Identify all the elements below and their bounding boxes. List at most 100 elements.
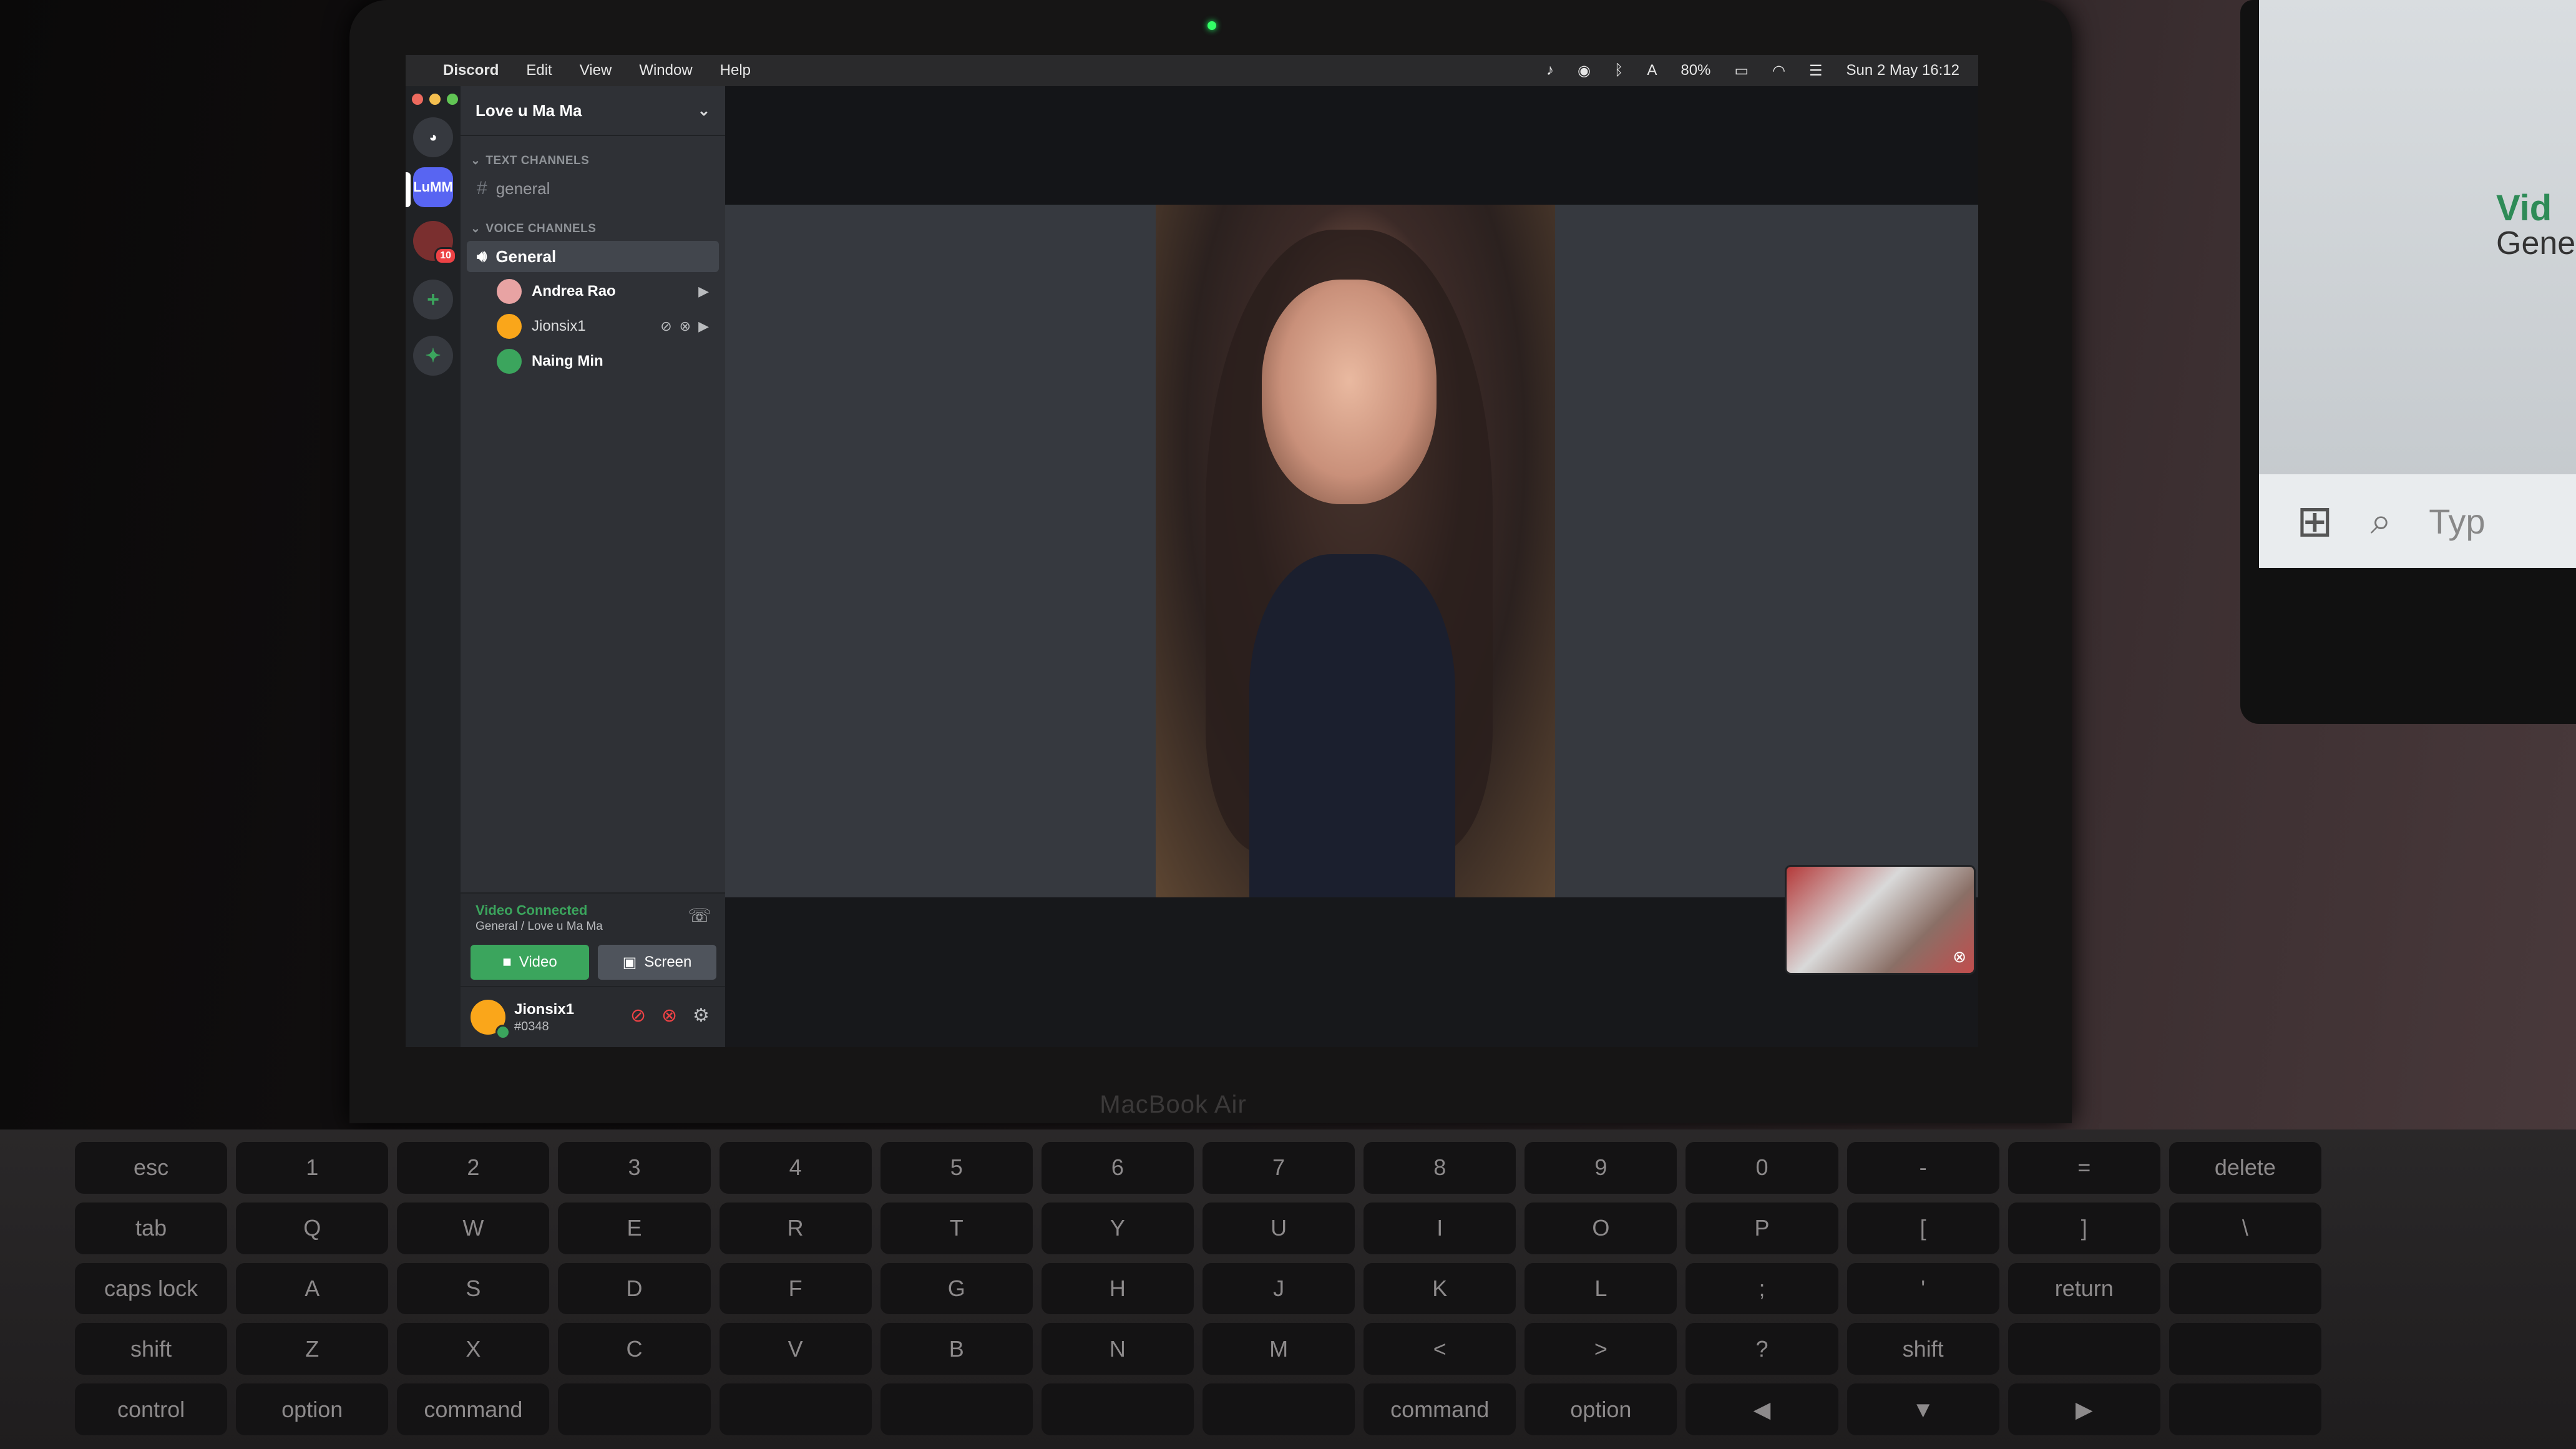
control-center-icon[interactable]: ☰ [1809, 62, 1823, 80]
disconnect-icon[interactable]: ☏ [688, 905, 711, 927]
keyboard-key[interactable]: 5 [880, 1142, 1033, 1194]
keyboard-key[interactable]: ▶ [2008, 1383, 2160, 1435]
keyboard-key[interactable]: caps lock [75, 1262, 228, 1315]
keyboard-key[interactable] [880, 1383, 1033, 1435]
minimize-window-button[interactable] [429, 94, 441, 105]
keyboard-key[interactable]: 0 [1686, 1142, 1838, 1194]
keyboard-key[interactable] [1202, 1383, 1355, 1435]
keyboard-key[interactable]: > [1525, 1323, 1677, 1375]
keyboard-key[interactable]: return [2008, 1262, 2160, 1315]
discord-home-icon[interactable]: ◕ [413, 117, 453, 157]
close-window-button[interactable] [412, 94, 423, 105]
keyboard-key[interactable]: shift [75, 1323, 228, 1375]
mute-mic-icon[interactable]: ⊘ [630, 1005, 646, 1027]
menu-edit[interactable]: Edit [526, 62, 552, 79]
category-voice-channels[interactable]: ⌄ VOICE CHANNELS [461, 222, 725, 236]
windows-start-icon[interactable]: ⊞ [2296, 495, 2333, 547]
server-other[interactable]: 10 [413, 221, 457, 265]
keyboard-key[interactable]: command [1364, 1383, 1516, 1435]
keyboard-key[interactable]: 1 [236, 1142, 389, 1194]
channel-general-voice[interactable]: 🔊︎ General [467, 241, 719, 272]
keyboard-key[interactable] [1041, 1383, 1194, 1435]
keyboard-key[interactable]: G [880, 1262, 1033, 1315]
keyboard-key[interactable]: esc [75, 1142, 228, 1194]
battery-icon[interactable]: ▭ [1734, 62, 1749, 80]
keyboard-key[interactable]: 4 [719, 1142, 872, 1194]
keyboard-key[interactable]: H [1041, 1262, 1194, 1315]
keyboard-key[interactable] [719, 1383, 872, 1435]
keyboard-key[interactable] [2169, 1262, 2321, 1315]
voice-user[interactable]: Jionsix1 ⊘ ⊗ ▶ [497, 311, 719, 342]
taskbar-search-text[interactable]: Typ [2429, 501, 2485, 542]
keyboard-key[interactable]: Q [236, 1202, 389, 1254]
wifi-icon[interactable]: ◠ [1772, 62, 1785, 80]
server-header[interactable]: Love u Ma Ma ⌄ [461, 86, 725, 136]
notification-icon[interactable]: ♪ [1546, 62, 1554, 79]
keyboard-key[interactable]: shift [1847, 1323, 1999, 1375]
keyboard-key[interactable]: O [1525, 1202, 1677, 1254]
keyboard-key[interactable] [2169, 1323, 2321, 1375]
add-server-icon[interactable]: + [413, 280, 453, 320]
keyboard-key[interactable]: X [397, 1323, 550, 1375]
menu-window[interactable]: Window [639, 62, 692, 79]
keyboard-key[interactable]: U [1202, 1202, 1355, 1254]
keyboard-key[interactable]: < [1364, 1323, 1516, 1375]
keyboard-key[interactable]: = [2008, 1142, 2160, 1194]
keyboard-key[interactable]: W [397, 1202, 550, 1254]
keyboard-key[interactable]: M [1202, 1323, 1355, 1375]
voice-user[interactable]: Naing Min [497, 346, 719, 377]
keyboard-key[interactable]: [ [1847, 1202, 1999, 1254]
bluetooth-icon[interactable]: ᛒ [1614, 62, 1623, 79]
keyboard-key[interactable]: ; [1686, 1262, 1838, 1315]
keyboard-key[interactable]: delete [2169, 1142, 2321, 1194]
deafen-icon[interactable]: ⊗ [661, 1005, 677, 1027]
keyboard-key[interactable]: P [1686, 1202, 1838, 1254]
keyboard-key[interactable]: 2 [397, 1142, 550, 1194]
explore-servers-icon[interactable]: ✦ [413, 336, 453, 376]
keyboard-key[interactable]: Z [236, 1323, 389, 1375]
search-icon[interactable]: ⌕ [2371, 499, 2392, 543]
keyboard-key[interactable]: N [1041, 1323, 1194, 1375]
keyboard-key[interactable]: - [1847, 1142, 1999, 1194]
keyboard-key[interactable]: R [719, 1202, 872, 1254]
chevron-down-icon[interactable]: ⌄ [698, 102, 710, 120]
menubar-clock[interactable]: Sun 2 May 16:12 [1847, 62, 1959, 79]
keyboard-key[interactable] [558, 1383, 711, 1435]
keyboard-key[interactable]: E [558, 1202, 711, 1254]
keyboard-key[interactable]: ◀ [1686, 1383, 1838, 1435]
keyboard-key[interactable]: I [1364, 1202, 1516, 1254]
server-lumm[interactable]: LuMM [413, 167, 453, 207]
keyboard-key[interactable]: B [880, 1323, 1033, 1375]
keyboard-key[interactable]: ? [1686, 1323, 1838, 1375]
keyboard-key[interactable]: 6 [1041, 1142, 1194, 1194]
channel-general-text[interactable]: # general [467, 173, 719, 204]
keyboard-key[interactable]: control [75, 1383, 228, 1435]
keyboard-key[interactable]: command [397, 1383, 550, 1435]
keyboard-key[interactable]: 3 [558, 1142, 711, 1194]
keyboard-key[interactable]: T [880, 1202, 1033, 1254]
input-source-icon[interactable]: A [1647, 62, 1657, 79]
menu-view[interactable]: View [580, 62, 612, 79]
zoom-window-button[interactable] [447, 94, 458, 105]
keyboard-key[interactable]: Y [1041, 1202, 1194, 1254]
keyboard-key[interactable]: tab [75, 1202, 228, 1254]
keyboard-key[interactable]: ' [1847, 1262, 1999, 1315]
keyboard-key[interactable]: ▼ [1847, 1383, 1999, 1435]
keyboard-key[interactable]: 8 [1364, 1142, 1516, 1194]
keyboard-key[interactable]: A [236, 1262, 389, 1315]
category-text-channels[interactable]: ⌄ TEXT CHANNELS [461, 154, 725, 168]
keyboard-key[interactable]: 9 [1525, 1142, 1677, 1194]
eye-icon[interactable]: ◉ [1578, 62, 1591, 80]
keyboard-key[interactable] [2008, 1323, 2160, 1375]
keyboard-key[interactable]: F [719, 1262, 872, 1315]
keyboard-key[interactable]: option [1525, 1383, 1677, 1435]
participant-video-feed[interactable] [1156, 205, 1555, 897]
video-button[interactable]: ■ Video [471, 945, 589, 980]
self-video-preview[interactable]: ⊗ [1785, 865, 1976, 975]
keyboard-key[interactable]: J [1202, 1262, 1355, 1315]
keyboard-key[interactable]: option [236, 1383, 389, 1435]
keyboard-key[interactable]: V [719, 1323, 872, 1375]
menu-help[interactable]: Help [720, 62, 751, 79]
keyboard-key[interactable]: D [558, 1262, 711, 1315]
keyboard-key[interactable]: 7 [1202, 1142, 1355, 1194]
